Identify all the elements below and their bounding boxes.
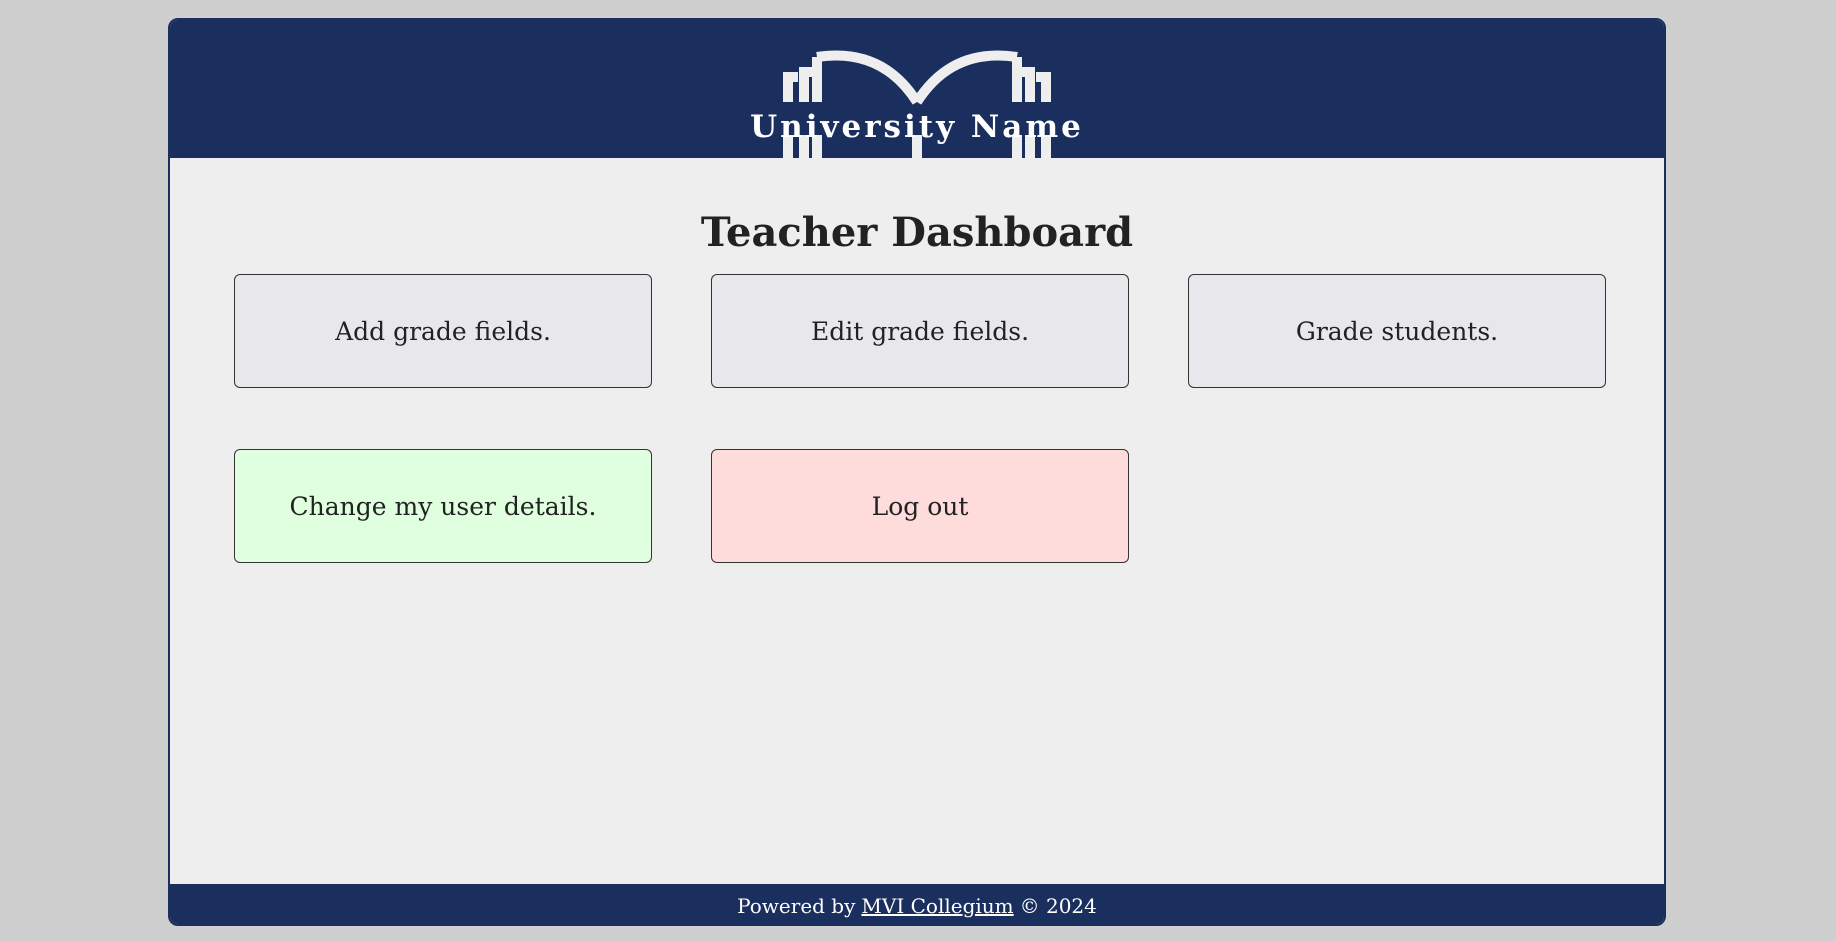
footer: Powered by MVI Collegium © 2024 — [170, 884, 1664, 924]
header: University Name — [170, 20, 1664, 158]
change-user-details-button[interactable]: Change my user details. — [234, 449, 652, 563]
university-name: University Name — [750, 109, 1084, 145]
mvi-collegium-link[interactable]: MVI Collegium — [861, 894, 1013, 918]
footer-copyright: © 2024 — [1019, 894, 1097, 918]
edit-grade-fields-button[interactable]: Edit grade fields. — [711, 274, 1129, 388]
footer-prefix: Powered by — [737, 894, 856, 918]
app-window: University Name Teacher Dashboard Add gr… — [168, 18, 1666, 926]
university-logo[interactable]: University Name — [747, 32, 1087, 158]
add-grade-fields-button[interactable]: Add grade fields. — [234, 274, 652, 388]
log-out-button[interactable]: Log out — [711, 449, 1129, 563]
page-title: Teacher Dashboard — [700, 209, 1134, 256]
grade-students-button[interactable]: Grade students. — [1188, 274, 1606, 388]
